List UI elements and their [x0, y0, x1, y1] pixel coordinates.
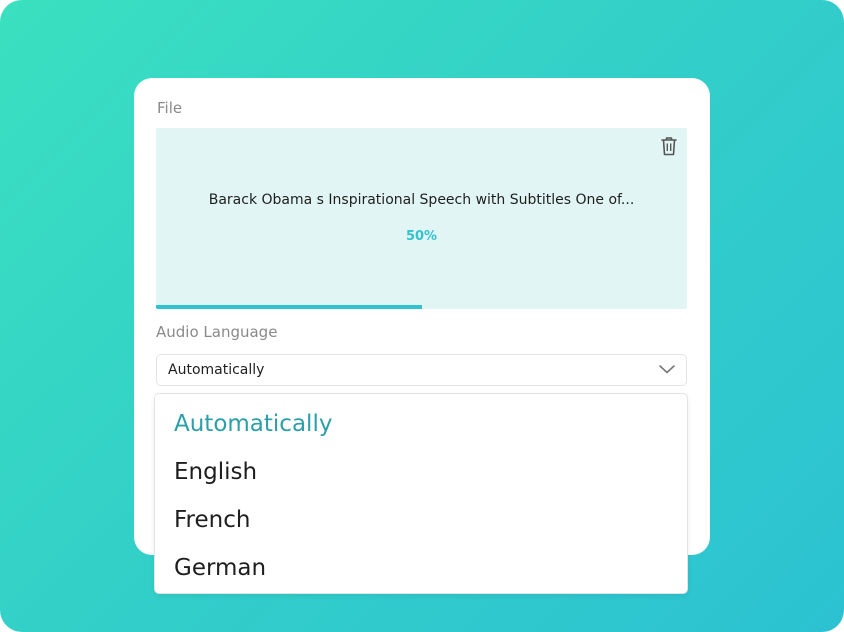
background: File Barack Obama s Inspirational Speech… — [0, 0, 844, 632]
upload-progress-bar — [156, 305, 687, 309]
audio-language-dropdown: Automatically English French German — [154, 393, 688, 594]
audio-language-select[interactable]: Automatically — [156, 354, 687, 386]
file-upload-box: Barack Obama s Inspirational Speech with… — [156, 128, 687, 309]
option-english[interactable]: English — [174, 459, 257, 485]
trash-icon[interactable] — [659, 135, 679, 157]
option-french[interactable]: French — [174, 507, 250, 533]
option-german[interactable]: German — [174, 555, 266, 581]
file-label: File — [157, 99, 183, 117]
option-automatically[interactable]: Automatically — [174, 411, 332, 437]
upload-progress-percent: 50% — [405, 229, 438, 244]
file-name: Barack Obama s Inspirational Speech with… — [208, 192, 635, 208]
upload-progress-fill — [156, 305, 422, 309]
chevron-down-icon — [659, 365, 675, 374]
audio-language-selected-value: Automatically — [168, 362, 265, 378]
audio-language-label: Audio Language — [156, 323, 278, 341]
